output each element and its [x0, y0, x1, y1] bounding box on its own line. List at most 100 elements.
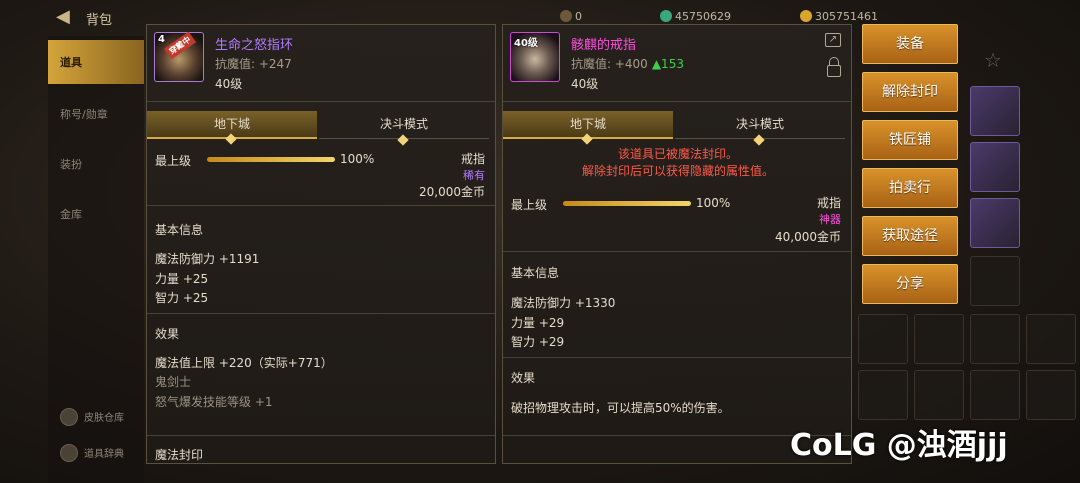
- magic-resist: 抗魔值: +247: [215, 57, 292, 71]
- divider: [503, 357, 851, 358]
- stat-intelligence: 智力 +25: [155, 291, 209, 305]
- inventory-slot[interactable]: [1026, 370, 1076, 420]
- blacksmith-button[interactable]: 铁匠铺: [862, 120, 958, 160]
- effect-title: 效果: [155, 327, 180, 341]
- inventory-slot[interactable]: [970, 314, 1020, 364]
- tab-dungeon[interactable]: 地下城: [503, 111, 673, 145]
- inventory-slot[interactable]: [1026, 314, 1076, 364]
- share-icon[interactable]: ↗: [825, 33, 841, 47]
- item-type: 戒指: [816, 196, 841, 210]
- effect-title: 效果: [511, 371, 536, 385]
- effect-class: 鬼剑士: [155, 375, 192, 389]
- grade-label: 最上级: [511, 198, 548, 212]
- equip-button[interactable]: 装备: [862, 24, 958, 64]
- grade-fill: [563, 201, 691, 206]
- inventory-slot[interactable]: [914, 314, 964, 364]
- divider: [147, 313, 495, 314]
- equipped-item-tooltip: 4 穿戴中 生命之怒指环 抗魔值: +247 40级 地下城 决斗模式 最上级 …: [146, 24, 496, 464]
- sidebar-item-avatar[interactable]: 装扮: [48, 142, 144, 186]
- currency-2: 45750629: [660, 10, 731, 23]
- item-price: 40,000金币: [775, 230, 841, 244]
- item-rarity: 稀有: [463, 169, 485, 182]
- diamond-icon: [753, 134, 765, 146]
- grade-bar: [207, 157, 335, 162]
- stat-intelligence: 智力 +29: [511, 335, 565, 349]
- diamond-icon: [581, 133, 593, 145]
- seal-warning: 该道具已被魔法封印。: [617, 147, 738, 161]
- resist-increase: ▲153: [651, 57, 684, 71]
- dictionary-icon: [60, 444, 78, 462]
- stat-strength: 力量 +29: [511, 316, 565, 330]
- mode-tabs: 地下城 决斗模式: [503, 111, 851, 146]
- inventory-slot[interactable]: [970, 198, 1020, 248]
- ring-icon: 40级: [510, 32, 560, 82]
- grade-percent: 100%: [696, 196, 731, 210]
- divider: [503, 251, 851, 252]
- basic-info-title: 基本信息: [511, 266, 560, 280]
- inventory-title: 背包: [86, 13, 113, 28]
- stat-strength: 力量 +25: [155, 272, 209, 286]
- stat-magic-defense: 魔法防御力 +1330: [511, 296, 616, 310]
- skin-storage-icon: [60, 408, 78, 426]
- back-arrow-icon[interactable]: ◀: [56, 6, 70, 27]
- divider: [147, 101, 495, 102]
- inventory-slot[interactable]: [858, 370, 908, 420]
- gem-icon: [660, 10, 672, 22]
- item-level-badge: 40级: [514, 38, 538, 49]
- inventory-slot[interactable]: [914, 370, 964, 420]
- item-level: 40级: [571, 77, 599, 91]
- diamond-icon: [397, 134, 409, 146]
- inventory-slot[interactable]: [970, 370, 1020, 420]
- currency-1: 0: [560, 10, 582, 23]
- effect-skill: 怒气爆发技能等级 +1: [155, 395, 273, 409]
- tab-dungeon[interactable]: 地下城: [147, 111, 317, 145]
- ring-icon: 4 穿戴中: [154, 31, 204, 82]
- item-price: 20,000金币: [419, 185, 485, 199]
- tab-pvp[interactable]: 决斗模式: [319, 111, 489, 146]
- magic-resist: 抗魔值: +400 ▲153: [571, 57, 684, 71]
- obtain-route-button[interactable]: 获取途径: [862, 216, 958, 256]
- favorite-star-icon[interactable]: ☆: [984, 48, 1002, 72]
- item-dictionary-button[interactable]: 道具辞典: [60, 444, 124, 462]
- grade-percent: 100%: [340, 152, 375, 166]
- item-type: 戒指: [460, 152, 485, 166]
- diamond-icon: [225, 133, 237, 145]
- watermark: CoLG @浊酒jjj: [790, 428, 1008, 463]
- item-name: 生命之怒指环: [215, 38, 294, 53]
- divider: [147, 435, 495, 436]
- grade-fill: [207, 157, 335, 162]
- unseal-button[interactable]: 解除封印: [862, 72, 958, 112]
- stat-magic-defense: 魔法防御力 +1191: [155, 252, 260, 266]
- sidebar-item-items[interactable]: 道具: [48, 40, 144, 84]
- grade-label: 最上级: [155, 154, 192, 168]
- item-level-badge: 4: [158, 34, 165, 45]
- auction-button[interactable]: 拍卖行: [862, 168, 958, 208]
- currency-3: 305751461: [800, 10, 878, 23]
- item-rarity: 神器: [819, 213, 841, 226]
- seal-warning-detail: 解除封印后可以获得隐藏的属性值。: [581, 164, 774, 178]
- equipped-badge: 穿戴中: [163, 31, 197, 60]
- effect-line: 破招物理攻击时，可以提高50%的伤害。: [511, 401, 730, 415]
- divider: [147, 205, 495, 206]
- tab-pvp[interactable]: 决斗模式: [675, 111, 845, 146]
- lock-icon[interactable]: [827, 57, 841, 77]
- compare-item-tooltip: 40级 骸麒的戒指 抗魔值: +400 ▲153 40级 ↗ 地下城 决斗模式 该…: [502, 24, 852, 464]
- coin-icon: [560, 10, 572, 22]
- inventory-slot[interactable]: [970, 86, 1020, 136]
- inventory-slot[interactable]: [858, 314, 908, 364]
- basic-info-title: 基本信息: [155, 223, 204, 237]
- item-level: 40级: [215, 77, 243, 91]
- divider: [503, 101, 851, 102]
- mode-tabs: 地下城 决斗模式: [147, 111, 495, 146]
- share-button[interactable]: 分享: [862, 264, 958, 304]
- sidebar-item-titles[interactable]: 称号/勋章: [48, 92, 144, 136]
- gold-icon: [800, 10, 812, 22]
- sidebar-item-vault[interactable]: 金库: [48, 192, 144, 236]
- inventory-slot[interactable]: [970, 256, 1020, 306]
- skin-storage-button[interactable]: 皮肤仓库: [60, 408, 124, 426]
- effect-line: 魔法值上限 +220（实际+771）: [155, 356, 333, 370]
- item-name: 骸麒的戒指: [571, 38, 637, 53]
- inventory-slot[interactable]: [970, 142, 1020, 192]
- seal-title: 魔法封印: [155, 448, 204, 462]
- grade-bar: [563, 201, 691, 206]
